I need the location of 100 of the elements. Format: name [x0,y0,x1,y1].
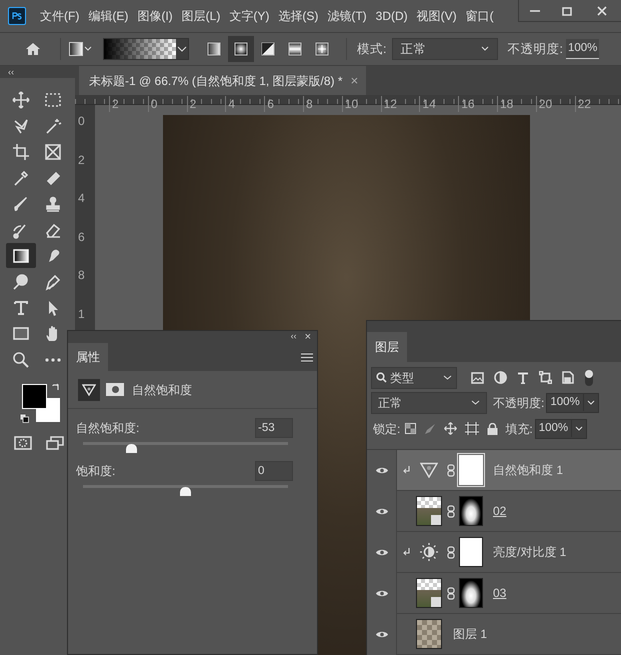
lasso-tool-icon [12,116,30,134]
home-icon [25,42,41,56]
ruler-label: 1 [78,307,85,321]
gradient-editor-field[interactable] [103,38,189,60]
ruler-label: 0 [78,114,85,128]
value-field[interactable]: 0 [255,461,293,481]
layer-thumbnail [416,578,442,608]
opacity-field[interactable]: 100% [546,392,599,413]
close-panel-button[interactable]: × [304,332,311,342]
filter-dropdown[interactable]: 类型 [371,366,457,389]
eye-icon[interactable] [374,548,388,556]
type-filter-icon[interactable] [517,372,529,384]
eye-icon[interactable] [374,588,388,598]
gradient-preset-button[interactable] [69,42,93,56]
close-icon [597,6,607,16]
search-icon [376,372,387,384]
move-tool-icon [12,90,30,108]
blend-mode-dropdown[interactable]: 正常 [371,392,487,414]
vibrance-adjustment-button[interactable] [78,378,100,400]
layer-name: 02 [493,503,506,520]
mode-label: 模式: [357,40,386,58]
chain-link-icon [447,586,455,600]
tool-button[interactable] [6,243,36,268]
filter-toggle-icon[interactable] [584,368,594,387]
ruler-label: 2 [78,152,85,167]
lock-transparency-icon[interactable] [405,423,416,434]
eye-icon[interactable] [374,630,388,638]
ruler-label: 6 [78,230,85,244]
adjustment-filter-icon[interactable] [494,371,507,384]
dodge-tool-icon [12,272,30,290]
chevron-down-icon [471,400,480,406]
mode-dropdown[interactable]: 正常 [392,38,498,60]
quick-mask-icon[interactable] [14,436,32,450]
collapse-panel-button[interactable]: ‹‹ [290,330,297,344]
layer-name: 亮度/对比度 1 [493,544,566,561]
menu-item[interactable]: 文字(Y) [229,7,270,25]
menu-item[interactable]: 滤镜(T) [327,7,367,25]
menu-item[interactable]: 图像(I) [137,7,173,25]
image-filter-icon[interactable] [471,372,484,384]
adjustment-title: 自然饱和度 [132,382,192,398]
stamp-tool-icon [44,194,62,212]
collapse-toolbar-button[interactable]: ‹‹ [0,66,75,78]
layer-thumbnail [416,619,442,649]
type-tool-icon [12,298,30,316]
panel-tab[interactable]: 属性 [68,343,108,371]
rectangle-tool-icon [12,324,30,342]
screen-mode-icon[interactable] [46,436,64,450]
opacity-label: 不透明度: [493,394,544,412]
layer-row[interactable]: 03 [367,573,621,614]
frame-tool-icon [44,142,62,160]
menu-item[interactable]: 视图(V) [416,7,457,25]
lock-icon[interactable] [487,422,498,435]
minimize-icon [530,10,540,12]
eye-icon[interactable] [374,466,388,474]
gradient-type-icon [288,42,302,56]
layer-mask-thumbnail [459,455,483,485]
layer-row[interactable]: 自然饱和度 1 [367,450,621,491]
slider-thumb[interactable] [180,487,191,496]
layer-name: 自然饱和度 1 [493,462,564,479]
artboard-icon[interactable] [465,422,480,436]
panel-menu-icon[interactable] [301,353,313,362]
swap-colors-icon[interactable] [51,383,61,393]
layer-thumbnail [416,496,442,526]
smart-object-filter-icon[interactable] [562,371,574,384]
chain-link-icon [447,464,455,476]
menu-item[interactable]: 窗口( [466,7,494,25]
panel-tab[interactable]: 图层 [367,332,407,362]
menu-item[interactable]: 图层(L) [182,7,220,25]
menu-item[interactable]: 3D(D) [376,7,408,25]
move-icon[interactable] [444,422,458,436]
gradient-tool-icon [12,246,30,264]
slider-label: 饱和度: [76,463,116,480]
eye-icon[interactable] [374,506,388,516]
color-swatches-icon[interactable] [22,384,61,423]
menu-item[interactable]: 编辑(E) [88,7,128,25]
fill-label: 填充: [505,420,533,438]
layer-mask-thumbnail [459,578,483,608]
tab-close-button[interactable]: × [350,70,358,90]
shape-filter-icon[interactable] [539,371,552,384]
chevron-down-icon [176,45,188,53]
layer-row[interactable]: 亮度/对比度 1 [367,532,621,573]
radial-gradient-button[interactable] [228,36,254,62]
layer-mask-button[interactable] [106,383,124,396]
layer-name: 03 [493,585,506,602]
app-logo-icon [8,7,26,25]
value-field[interactable]: -53 [255,418,293,438]
menu-item[interactable]: 文件(F) [40,7,80,25]
more-tools-icon [44,358,62,362]
menu-item[interactable]: 选择(S) [278,7,318,25]
layer-row[interactable]: 图层 1 [367,614,621,655]
document-tab[interactable]: 未标题-1 @ 66.7% (自然饱和度 1, 图层蒙版/8) * × [79,66,366,95]
layer-row[interactable]: 02 [367,491,621,532]
opacity-field[interactable]: 100% [566,39,600,59]
slider-thumb[interactable] [126,444,137,453]
gradient-preview [104,39,176,59]
chain-link-icon [447,504,455,518]
chevron-down-icon [443,374,452,381]
default-colors-icon[interactable] [20,414,29,423]
brush-tool-icon [12,194,30,212]
fill-field[interactable]: 100% [534,418,588,439]
